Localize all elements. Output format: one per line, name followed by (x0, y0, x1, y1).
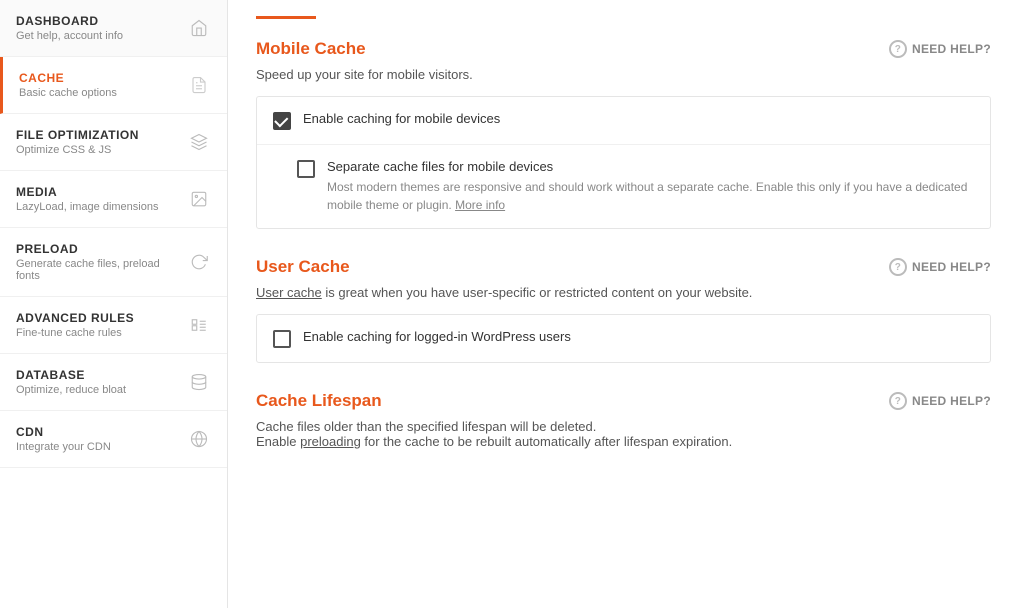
user-cache-description: User cache is great when you have user-s… (256, 285, 991, 300)
home-icon (187, 16, 211, 40)
sidebar-item-cdn[interactable]: CDN Integrate your CDN (0, 411, 227, 468)
mobile-cache-description: Speed up your site for mobile visitors. (256, 67, 991, 82)
sidebar-item-database[interactable]: DATABASE Optimize, reduce bloat (0, 354, 227, 411)
cache-lifespan-section: Cache Lifespan ? NEED HELP? Cache files … (256, 391, 991, 449)
user-cache-options-card: Enable caching for logged-in WordPress u… (256, 314, 991, 363)
mobile-cache-section: Mobile Cache ? NEED HELP? Speed up your … (256, 39, 991, 229)
user-cache-title: User Cache (256, 257, 350, 277)
sidebar-item-dashboard[interactable]: DASHBOARD Get help, account info (0, 0, 227, 57)
need-help-icon-3: ? (889, 392, 907, 410)
user-cache-section: User Cache ? NEED HELP? User cache is gr… (256, 257, 991, 363)
globe-icon (187, 427, 211, 451)
sidebar-item-file-optimization[interactable]: FILE OPTIMIZATION Optimize CSS & JS (0, 114, 227, 171)
sidebar-item-advanced-rules[interactable]: ADVANCED RULES Fine-tune cache rules (0, 297, 227, 354)
cache-lifespan-need-help[interactable]: ? NEED HELP? (889, 392, 991, 410)
top-accent-border (256, 16, 316, 19)
separate-mobile-cache-checkbox[interactable] (297, 160, 315, 178)
separate-mobile-cache-row: Separate cache files for mobile devices … (257, 145, 990, 228)
sidebar-item-media[interactable]: MEDIA LazyLoad, image dimensions (0, 171, 227, 228)
enable-mobile-cache-label: Enable caching for mobile devices (303, 111, 974, 126)
enable-logged-in-cache-checkbox[interactable] (273, 330, 291, 348)
enable-mobile-cache-checkbox[interactable] (273, 112, 291, 130)
image-icon (187, 187, 211, 211)
mobile-cache-need-help[interactable]: ? NEED HELP? (889, 40, 991, 58)
enable-logged-in-cache-label: Enable caching for logged-in WordPress u… (303, 329, 974, 344)
refresh-icon (187, 250, 211, 274)
user-cache-need-help[interactable]: ? NEED HELP? (889, 258, 991, 276)
cache-lifespan-title: Cache Lifespan (256, 391, 382, 411)
mobile-cache-title: Mobile Cache (256, 39, 366, 59)
cache-lifespan-header: Cache Lifespan ? NEED HELP? (256, 391, 991, 411)
user-cache-link[interactable]: User cache (256, 285, 322, 300)
enable-logged-in-cache-row: Enable caching for logged-in WordPress u… (257, 315, 990, 362)
separate-mobile-cache-sublabel: Most modern themes are responsive and sh… (327, 178, 974, 214)
file-icon (187, 73, 211, 97)
layers-icon (187, 130, 211, 154)
need-help-icon: ? (889, 40, 907, 58)
sidebar-item-preload[interactable]: PRELOAD Generate cache files, preload fo… (0, 228, 227, 297)
user-cache-header: User Cache ? NEED HELP? (256, 257, 991, 277)
preloading-link[interactable]: preloading (300, 434, 361, 449)
mobile-cache-header: Mobile Cache ? NEED HELP? (256, 39, 991, 59)
list-icon (187, 313, 211, 337)
more-info-link[interactable]: More info (455, 198, 505, 212)
mobile-cache-options-card: Enable caching for mobile devices Separa… (256, 96, 991, 229)
main-content: Mobile Cache ? NEED HELP? Speed up your … (228, 0, 1019, 608)
enable-mobile-cache-row: Enable caching for mobile devices (257, 97, 990, 145)
sidebar-item-cache[interactable]: CACHE Basic cache options (0, 57, 227, 114)
cache-lifespan-description: Cache files older than the specified lif… (256, 419, 991, 449)
database-icon (187, 370, 211, 394)
need-help-icon-2: ? (889, 258, 907, 276)
separate-mobile-cache-label: Separate cache files for mobile devices (327, 159, 974, 174)
sidebar: DASHBOARD Get help, account info CACHE B… (0, 0, 228, 608)
